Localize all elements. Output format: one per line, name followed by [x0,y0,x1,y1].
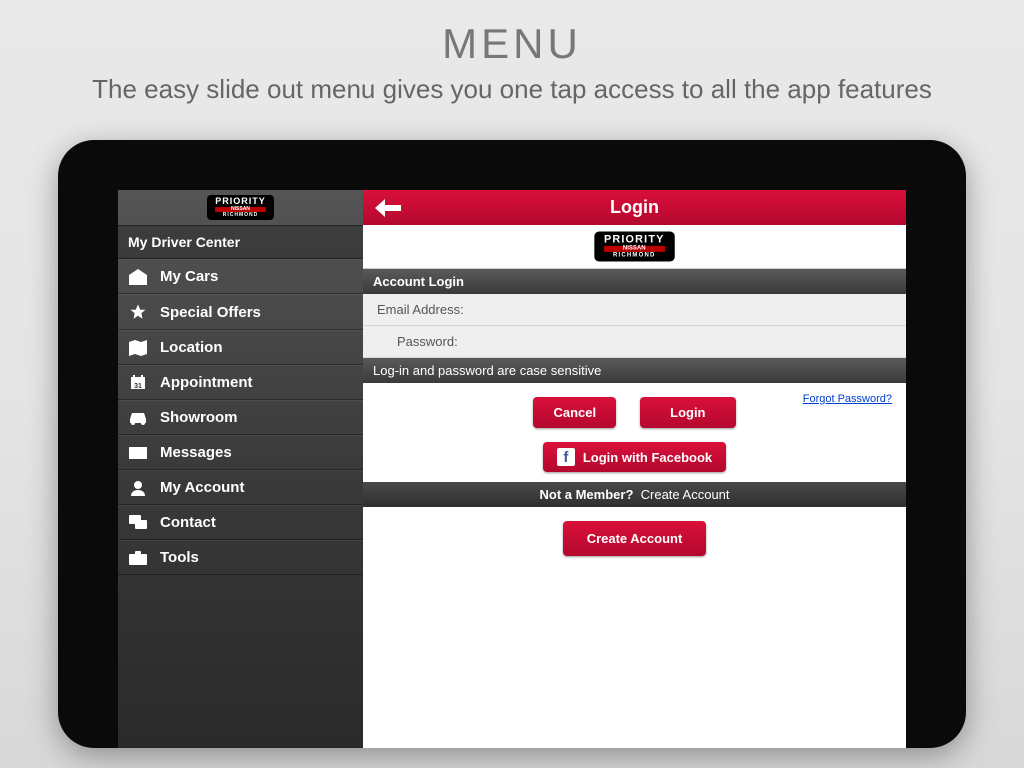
create-account-row: Create Account [363,507,906,570]
sidebar-item-label: Appointment [160,374,252,391]
sidebar-item-my-account[interactable]: My Account [118,470,363,505]
svg-text:31: 31 [134,383,142,390]
logo-line3: RICHMOND [215,213,266,218]
email-row[interactable]: Email Address: [363,294,906,326]
sidebar-item-label: Contact [160,514,216,531]
section-header-login: Account Login [363,269,906,294]
main-pane: Login PRIORITY NISSAN RICHMOND Account L… [363,190,906,748]
login-button[interactable]: Login [640,397,735,428]
speech-icon [128,515,148,531]
calendar-icon: 31 [128,375,148,391]
map-icon [128,340,148,356]
password-label: Password: [397,334,487,349]
password-row[interactable]: Password: [363,326,906,358]
briefcase-icon [128,551,148,565]
create-account-link[interactable]: Create Account [641,487,730,502]
sidebar-item-location[interactable]: Location [118,330,363,365]
create-account-button[interactable]: Create Account [563,521,707,556]
sidebar-header: My Driver Center [118,225,363,259]
content-logo: PRIORITY NISSAN RICHMOND [363,225,906,269]
title-bar: Login [363,190,906,225]
facebook-row: f Login with Facebook [363,432,906,482]
car-icon [128,411,148,425]
back-button[interactable] [363,190,413,225]
sidebar-item-my-cars[interactable]: My Cars [118,259,363,294]
sidebar-item-label: Tools [160,549,199,566]
logo-line3: RICHMOND [604,253,665,259]
star-icon [128,303,148,321]
sidebar-item-label: My Cars [160,268,218,285]
email-label: Email Address: [377,302,487,317]
garage-icon [128,269,148,285]
app-screen: PRIORITY NISSAN RICHMOND My Driver Cente… [118,190,906,748]
sidebar-item-label: Location [160,339,223,356]
envelope-icon [128,447,148,459]
sidebar-item-tools[interactable]: Tools [118,540,363,575]
email-input[interactable] [487,302,892,317]
sidebar-item-messages[interactable]: Messages [118,435,363,470]
password-input[interactable] [487,334,892,349]
page-title: MENU [0,20,1024,68]
sidebar-item-label: My Account [160,479,244,496]
sidebar-item-label: Special Offers [160,304,261,321]
screen-title: Login [363,197,906,218]
sidebar-logo: PRIORITY NISSAN RICHMOND [118,190,363,225]
member-question: Not a Member? [539,487,633,502]
page-subtitle: The easy slide out menu gives you one ta… [0,74,1024,105]
logo-line1: PRIORITY [215,197,266,206]
back-arrow-icon [375,199,401,217]
logo-line1: PRIORITY [604,234,665,245]
member-bar: Not a Member? Create Account [363,482,906,507]
sidebar: PRIORITY NISSAN RICHMOND My Driver Cente… [118,190,363,748]
sidebar-item-appointment[interactable]: 31 Appointment [118,365,363,400]
case-note: Log-in and password are case sensitive [363,358,906,383]
facebook-label: Login with Facebook [583,450,712,465]
sidebar-item-showroom[interactable]: Showroom [118,400,363,435]
action-row: Cancel Login Forgot Password? [363,383,906,432]
forgot-password-link[interactable]: Forgot Password? [803,393,892,405]
facebook-login-button[interactable]: f Login with Facebook [543,442,726,472]
sidebar-item-special-offers[interactable]: Special Offers [118,294,363,330]
sidebar-item-label: Messages [160,444,232,461]
person-icon [128,480,148,496]
cancel-button[interactable]: Cancel [533,397,616,428]
sidebar-item-contact[interactable]: Contact [118,505,363,540]
tablet-frame: PRIORITY NISSAN RICHMOND My Driver Cente… [58,140,966,748]
facebook-icon: f [557,448,575,466]
sidebar-item-label: Showroom [160,409,238,426]
